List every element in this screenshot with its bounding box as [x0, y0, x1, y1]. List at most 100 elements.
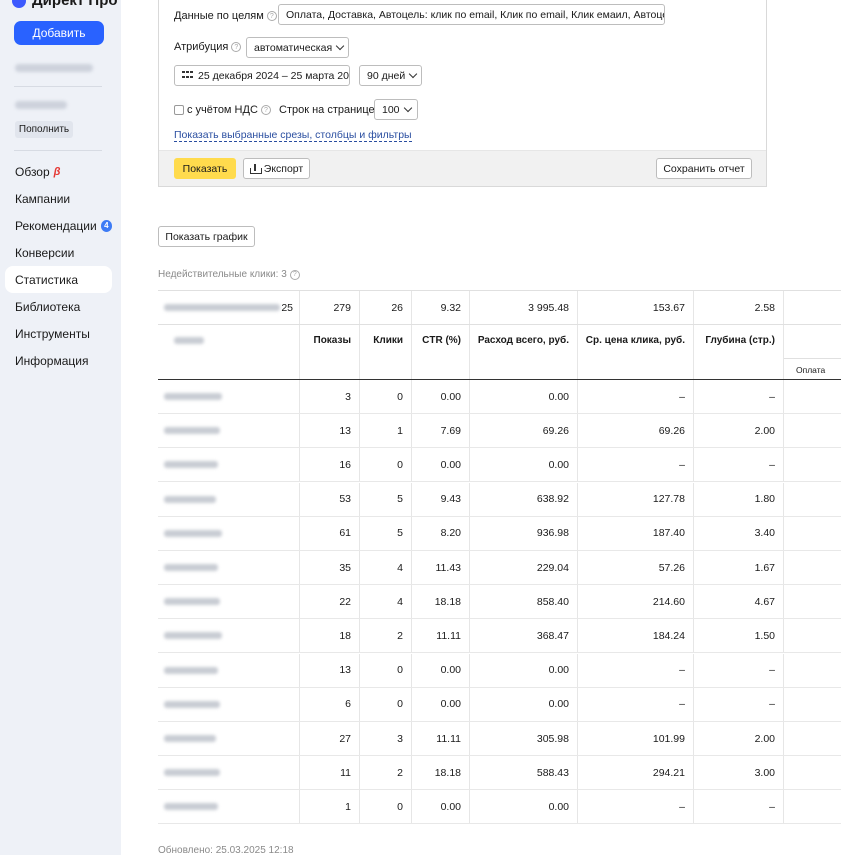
- totals-ctr: 9.32: [412, 291, 470, 324]
- sidebar-item-tools[interactable]: Инструменты: [5, 320, 112, 347]
- cell-impressions: 18: [300, 619, 360, 653]
- cell-impressions: 35: [300, 551, 360, 584]
- sidebar-divider: [14, 86, 102, 87]
- invalid-clicks-note: Недействительные клики: 3 ?: [158, 269, 300, 280]
- sidebar-item-statistics[interactable]: Статистика: [5, 266, 112, 293]
- cell-clicks: 0: [360, 448, 412, 482]
- cell-ctr: 0.00: [412, 653, 470, 687]
- totals-impressions: 279: [300, 291, 360, 324]
- cell-depth: 2.00: [694, 414, 784, 448]
- header-depth[interactable]: Глубина (стр.): [694, 325, 784, 379]
- cell-depth: –: [694, 687, 784, 721]
- sidebar-item-library[interactable]: Библиотека: [5, 293, 112, 320]
- table-row: 13 0 0.00 0.00– –: [158, 653, 841, 688]
- topup-button[interactable]: Пополнить: [15, 121, 73, 138]
- help-icon[interactable]: ?: [266, 11, 277, 21]
- cell-cpc: 214.60: [578, 585, 694, 619]
- chevron-down-icon: [408, 69, 418, 79]
- header-cpc[interactable]: Ср. цена клика, руб.: [578, 325, 694, 379]
- totals-row: 25 279 26 9.32 3 995.48 153.67 2.58: [158, 290, 841, 325]
- cell-spend: 0.00: [470, 790, 578, 824]
- account-name-blurred: [15, 64, 93, 72]
- logo[interactable]: Директ Про: [12, 0, 118, 9]
- sidebar-item-conversions[interactable]: Конверсии: [5, 239, 112, 266]
- goals-label: Данные по целям ?: [174, 10, 277, 22]
- sidebar-item-overview[interactable]: Обзор β: [5, 158, 112, 185]
- table-row: 3 0 0.00 0.00– –: [158, 380, 841, 414]
- panel-footer: Показать Экспорт Сохранить отчет: [159, 150, 766, 186]
- row-dimension-cell: [158, 653, 300, 687]
- cell-impressions: 6: [300, 687, 360, 721]
- sidebar-item-info[interactable]: Информация: [5, 347, 112, 374]
- cell-impressions: 13: [300, 414, 360, 448]
- table-row: 6 0 0.00 0.00– –: [158, 687, 841, 722]
- row-dimension-cell: [158, 551, 300, 584]
- goals-select[interactable]: Оплата, Доставка, Автоцель: клик по emai…: [278, 4, 665, 25]
- beta-badge: β: [53, 165, 61, 178]
- table-row: 61 5 8.20 936.98 187.40 3.40: [158, 516, 841, 551]
- header-payment[interactable]: Оплата: [784, 358, 841, 379]
- cell-impressions: 53: [300, 482, 360, 516]
- cell-clicks: 4: [360, 551, 412, 584]
- cell-cpc: 294.21: [578, 756, 694, 790]
- header-goals-group: Оплата: [784, 325, 841, 379]
- help-icon[interactable]: ?: [260, 105, 271, 115]
- vat-checkbox[interactable]: [174, 105, 184, 115]
- show-button[interactable]: Показать: [174, 158, 236, 179]
- show-chart-button[interactable]: Показать график: [158, 226, 255, 247]
- table-row: 53 5 9.43 638.92 127.78 1.80: [158, 482, 841, 517]
- cell-payment: [784, 585, 841, 618]
- cell-impressions: 61: [300, 516, 360, 550]
- sidebar-item-recommendations[interactable]: Рекомендации 4: [5, 212, 112, 239]
- sidebar: Директ Про Добавить Пополнить Обзор β Ка…: [0, 0, 121, 855]
- cell-spend: 0.00: [470, 448, 578, 482]
- cell-depth: 1.67: [694, 551, 784, 584]
- table-row: 18 2 11.11 368.47 184.24 1.50: [158, 619, 841, 654]
- help-icon[interactable]: ?: [231, 42, 242, 52]
- show-selected-filters-link[interactable]: Показать выбранные срезы, столбцы и филь…: [174, 129, 412, 142]
- cell-depth: 3.40: [694, 516, 784, 550]
- date-range-picker[interactable]: 25 декабря 2024 – 25 марта 2025: [174, 65, 350, 86]
- sidebar-item-campaigns[interactable]: Кампании: [5, 185, 112, 212]
- row-dimension-cell: [158, 380, 300, 413]
- cell-depth: 3.00: [694, 756, 784, 790]
- cell-spend: 368.47: [470, 619, 578, 653]
- cell-clicks: 0: [360, 380, 412, 413]
- cell-clicks: 0: [360, 790, 412, 824]
- cell-cpc: –: [578, 380, 694, 413]
- cell-spend: 858.40: [470, 585, 578, 619]
- cell-clicks: 2: [360, 619, 412, 653]
- cell-spend: 229.04: [470, 551, 578, 584]
- help-icon[interactable]: ?: [289, 269, 300, 280]
- cell-ctr: 11.11: [412, 722, 470, 755]
- table-row: 1 0 0.00 0.00– –: [158, 790, 841, 825]
- cell-ctr: 0.00: [412, 687, 470, 721]
- cell-depth: 1.80: [694, 482, 784, 516]
- header-spend[interactable]: Расход всего, руб.: [470, 325, 578, 379]
- save-report-button[interactable]: Сохранить отчет: [656, 158, 752, 179]
- header-impressions[interactable]: Показы: [300, 325, 360, 379]
- table-row: 35 4 11.43 229.04 57.26 1.67: [158, 551, 841, 585]
- cell-spend: 588.43: [470, 756, 578, 790]
- cell-ctr: 0.00: [412, 790, 470, 824]
- cell-clicks: 1: [360, 414, 412, 448]
- cell-clicks: 2: [360, 756, 412, 790]
- table-row: 13 1 7.69 69.26 69.26 2.00: [158, 414, 841, 449]
- row-dimension-cell: [158, 414, 300, 448]
- cell-cpc: –: [578, 448, 694, 482]
- cell-ctr: 18.18: [412, 756, 470, 790]
- period-select[interactable]: 90 дней: [359, 65, 422, 86]
- export-button[interactable]: Экспорт: [243, 158, 310, 179]
- cell-ctr: 7.69: [412, 414, 470, 448]
- header-clicks[interactable]: Клики: [360, 325, 412, 379]
- rows-per-page-select[interactable]: 100: [374, 99, 418, 120]
- add-button[interactable]: Добавить: [14, 21, 104, 45]
- cell-ctr: 11.43: [412, 551, 470, 584]
- header-dimension[interactable]: [158, 325, 300, 379]
- cell-spend: 0.00: [470, 380, 578, 413]
- cell-ctr: 18.18: [412, 585, 470, 619]
- header-ctr[interactable]: CTR (%): [412, 325, 470, 379]
- vat-checkbox-row[interactable]: с учётом НДС ?: [174, 104, 271, 116]
- attribution-select[interactable]: автоматическая: [246, 37, 349, 58]
- cell-payment: [784, 414, 841, 447]
